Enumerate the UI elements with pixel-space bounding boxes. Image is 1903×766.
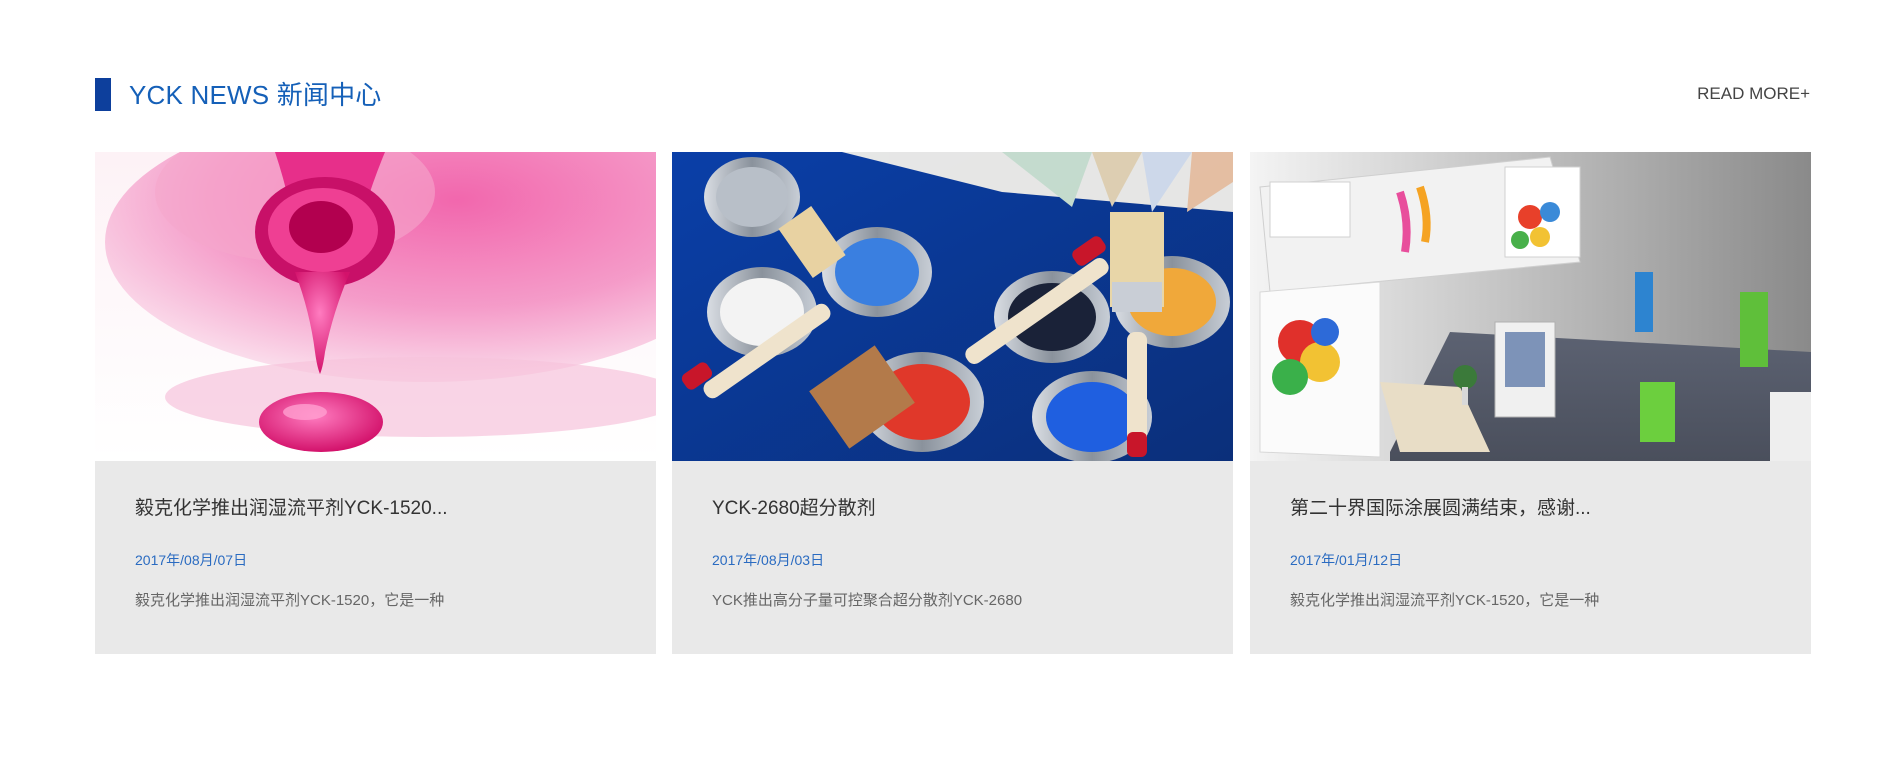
read-more-link[interactable]: READ MORE+	[1697, 82, 1810, 106]
news-section: YCK NEWS 新闻中心 READ MORE+ 毅克化学推出润湿流平剂YCK-…	[0, 0, 1903, 766]
news-title[interactable]: 第二十界国际涂展圆满结束，感谢...	[1290, 496, 1591, 522]
pink-paint-drip-image[interactable]	[95, 152, 656, 461]
news-summary: YCK推出高分子量可控聚合超分散剂YCK-2680	[712, 592, 1023, 609]
news-card[interactable]: YCK-2680超分散剂 2017年/08月/03日 YCK推出高分子量可控聚合…	[672, 152, 1233, 654]
news-title[interactable]: 毅克化学推出润湿流平剂YCK-1520...	[135, 496, 448, 522]
news-card[interactable]: 第二十界国际涂展圆满结束，感谢... 2017年/01月/12日 毅克化学推出润…	[1250, 152, 1811, 654]
news-date: 2017年/08月/07日	[135, 552, 248, 568]
news-date: 2017年/08月/03日	[712, 552, 825, 568]
news-list: 毅克化学推出润湿流平剂YCK-1520... 2017年/08月/07日 毅克化…	[95, 152, 1811, 654]
news-summary: 毅克化学推出润湿流平剂YCK-1520，它是一种	[135, 592, 445, 609]
exhibition-booth-image[interactable]	[1250, 152, 1811, 461]
news-date: 2017年/01月/12日	[1290, 552, 1403, 568]
section-header: YCK NEWS 新闻中心 READ MORE+	[95, 78, 1810, 112]
news-card[interactable]: 毅克化学推出润湿流平剂YCK-1520... 2017年/08月/07日 毅克化…	[95, 152, 656, 654]
paint-cans-brushes-image[interactable]	[672, 152, 1233, 461]
title-accent-bar	[95, 78, 111, 111]
section-title: YCK NEWS 新闻中心	[129, 80, 382, 110]
news-title[interactable]: YCK-2680超分散剂	[712, 496, 876, 522]
news-summary: 毅克化学推出润湿流平剂YCK-1520，它是一种	[1290, 592, 1600, 609]
